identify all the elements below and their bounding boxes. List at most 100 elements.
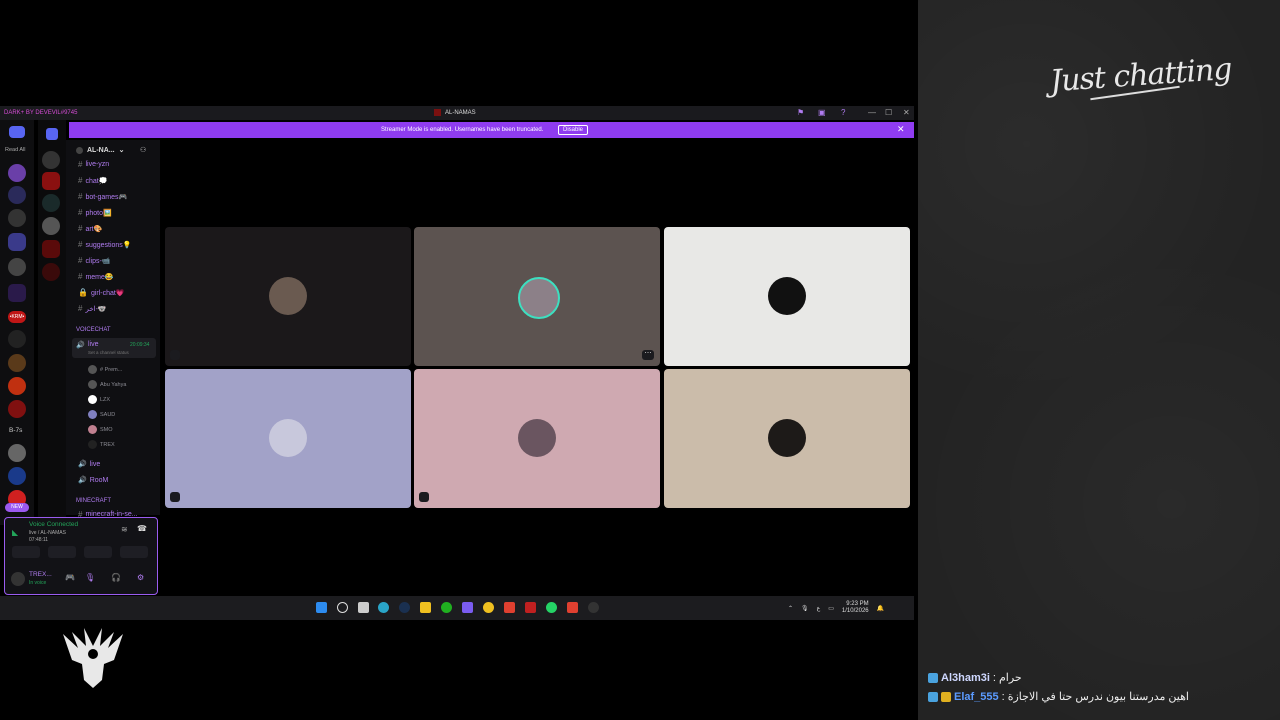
server-icon[interactable] bbox=[8, 284, 26, 302]
clock[interactable]: 9:23 PM 1/10/2026 bbox=[842, 601, 869, 615]
disconnect-icon[interactable]: ☎ bbox=[137, 524, 147, 533]
server-icon[interactable] bbox=[42, 194, 60, 212]
file-explorer-icon[interactable] bbox=[420, 602, 431, 613]
server-icon[interactable] bbox=[8, 444, 26, 462]
soundboard-button[interactable] bbox=[120, 546, 148, 558]
close-window-button[interactable]: ✕ bbox=[903, 108, 910, 117]
chevron-up-icon[interactable]: ⌃ bbox=[788, 605, 793, 612]
help-icon[interactable]: ? bbox=[841, 108, 845, 117]
channel-item[interactable]: # art🎨 bbox=[78, 224, 102, 233]
server-icon[interactable] bbox=[42, 217, 60, 235]
video-tile[interactable] bbox=[165, 369, 411, 508]
mic-tray-icon[interactable]: 🎙 bbox=[801, 605, 809, 612]
xbox-icon[interactable] bbox=[441, 602, 452, 613]
camera-button[interactable] bbox=[12, 546, 40, 558]
voice-user[interactable]: TREX bbox=[88, 440, 115, 449]
steam-icon[interactable] bbox=[399, 602, 410, 613]
video-tile[interactable]: ⋯ bbox=[414, 227, 680, 366]
chrome-icon[interactable] bbox=[483, 602, 494, 613]
disable-streamer-button[interactable]: Disable bbox=[558, 125, 589, 135]
settings-gear-icon[interactable]: ⚙ bbox=[137, 573, 144, 582]
muted-icon bbox=[170, 350, 180, 360]
channel-item[interactable]: # chat💭 bbox=[78, 176, 107, 185]
task-view-icon[interactable] bbox=[358, 602, 369, 613]
server-icon[interactable] bbox=[8, 400, 26, 418]
server-icon[interactable] bbox=[8, 467, 26, 485]
voice-channel-path[interactable]: live / AL-NAMAS bbox=[29, 530, 66, 536]
discord-icon[interactable] bbox=[462, 602, 473, 613]
app-icon[interactable] bbox=[525, 602, 536, 613]
close-banner-icon[interactable]: ✕ bbox=[897, 124, 905, 135]
notification-bell-icon[interactable]: 🔔 bbox=[877, 605, 884, 612]
voice-channel[interactable]: 🔊 RooM bbox=[78, 476, 108, 485]
live-voice-channel[interactable]: 🔊 live 20:09:34 Set a channel status bbox=[72, 338, 156, 358]
server-icon[interactable] bbox=[42, 263, 60, 281]
language-indicator[interactable]: ع bbox=[817, 605, 821, 612]
server-icon[interactable] bbox=[8, 330, 26, 348]
channel-item[interactable]: # clips-📹 bbox=[78, 256, 111, 265]
read-all-label[interactable]: Read All bbox=[5, 147, 26, 153]
search-icon[interactable] bbox=[337, 602, 348, 613]
channel-item[interactable]: # suggestions💡 bbox=[78, 240, 132, 249]
server-icon[interactable] bbox=[8, 209, 26, 227]
server-folder-icon[interactable] bbox=[8, 233, 26, 251]
server-icon[interactable] bbox=[8, 354, 26, 372]
server-icon[interactable] bbox=[42, 151, 60, 169]
channel-item[interactable]: 🔒 girl-chat💗 bbox=[78, 288, 125, 297]
minimize-button[interactable]: — bbox=[868, 108, 876, 117]
brave-icon[interactable] bbox=[504, 602, 515, 613]
server-krm[interactable]: •KRM• bbox=[8, 311, 26, 323]
channel-item[interactable]: # live-yzn bbox=[78, 160, 109, 169]
server-icon[interactable] bbox=[8, 164, 26, 182]
brave-icon[interactable] bbox=[567, 602, 578, 613]
noise-suppression-icon[interactable]: ≋ bbox=[121, 525, 128, 534]
maximize-button[interactable]: ☐ bbox=[885, 108, 892, 117]
headphones-icon[interactable]: 🎧 bbox=[111, 573, 121, 582]
voice-user[interactable]: Abu Yahya bbox=[88, 380, 126, 389]
category-minecraft[interactable]: MINECRAFT bbox=[76, 498, 111, 504]
server-icon[interactable] bbox=[42, 240, 60, 258]
avatar[interactable] bbox=[11, 572, 25, 586]
screen-share-button[interactable] bbox=[48, 546, 76, 558]
activities-button[interactable] bbox=[84, 546, 112, 558]
video-tile[interactable] bbox=[664, 369, 910, 508]
mic-icon[interactable]: 🎙 bbox=[85, 573, 95, 582]
category-voicechat[interactable]: VOICECHAT bbox=[76, 327, 111, 333]
edge-icon[interactable] bbox=[378, 602, 389, 613]
channel-status[interactable]: Set a channel status bbox=[88, 350, 129, 355]
voice-user[interactable]: # Prem... bbox=[88, 365, 122, 374]
avatar bbox=[88, 425, 97, 434]
channel-item[interactable]: # photo🖼️ bbox=[78, 208, 112, 217]
channel-item[interactable]: # bot-games🎮 bbox=[78, 192, 127, 201]
server-icon[interactable] bbox=[42, 172, 60, 190]
channel-item[interactable]: # meme😂 bbox=[78, 272, 114, 281]
obs-icon[interactable] bbox=[588, 602, 599, 613]
call-timer: 20:09:34 bbox=[130, 342, 150, 348]
controller-icon[interactable]: 🎮 bbox=[65, 573, 75, 582]
folder-icon[interactable] bbox=[46, 128, 58, 140]
voice-user[interactable]: SAUD bbox=[88, 410, 115, 419]
chevron-down-icon: ⌄ bbox=[118, 147, 125, 154]
network-icon[interactable]: ▭ bbox=[828, 605, 834, 612]
video-tile[interactable] bbox=[414, 369, 660, 508]
video-tile[interactable] bbox=[165, 227, 411, 366]
start-icon[interactable] bbox=[316, 602, 327, 613]
server-b7s[interactable]: B-7s bbox=[9, 427, 22, 434]
voice-user[interactable]: SMO bbox=[88, 425, 113, 434]
discord-home-icon[interactable] bbox=[9, 126, 25, 138]
server-icon[interactable] bbox=[8, 186, 26, 204]
inbox-icon[interactable]: ⚑ bbox=[797, 108, 804, 117]
video-tile[interactable] bbox=[664, 227, 910, 366]
voice-user[interactable]: LZX bbox=[88, 395, 110, 404]
whatsapp-icon[interactable] bbox=[546, 602, 557, 613]
voice-channel[interactable]: 🔊 live bbox=[78, 460, 100, 469]
add-member-icon[interactable]: ⚇ bbox=[140, 146, 146, 154]
signal-icon[interactable]: ◣ bbox=[12, 528, 18, 537]
more-options-icon[interactable]: ⋯ bbox=[642, 350, 654, 360]
server-header[interactable]: AL-NA... ⌄ bbox=[76, 146, 124, 154]
server-icon[interactable] bbox=[8, 258, 26, 276]
channel-list: AL-NA... ⌄ ⚇ # live-yzn # chat💭 # bot-games… bbox=[66, 140, 160, 519]
channel-item[interactable]: # اخر-🐨 bbox=[78, 304, 107, 313]
server-icon[interactable] bbox=[8, 377, 26, 395]
screen-icon[interactable]: ▣ bbox=[818, 108, 826, 117]
